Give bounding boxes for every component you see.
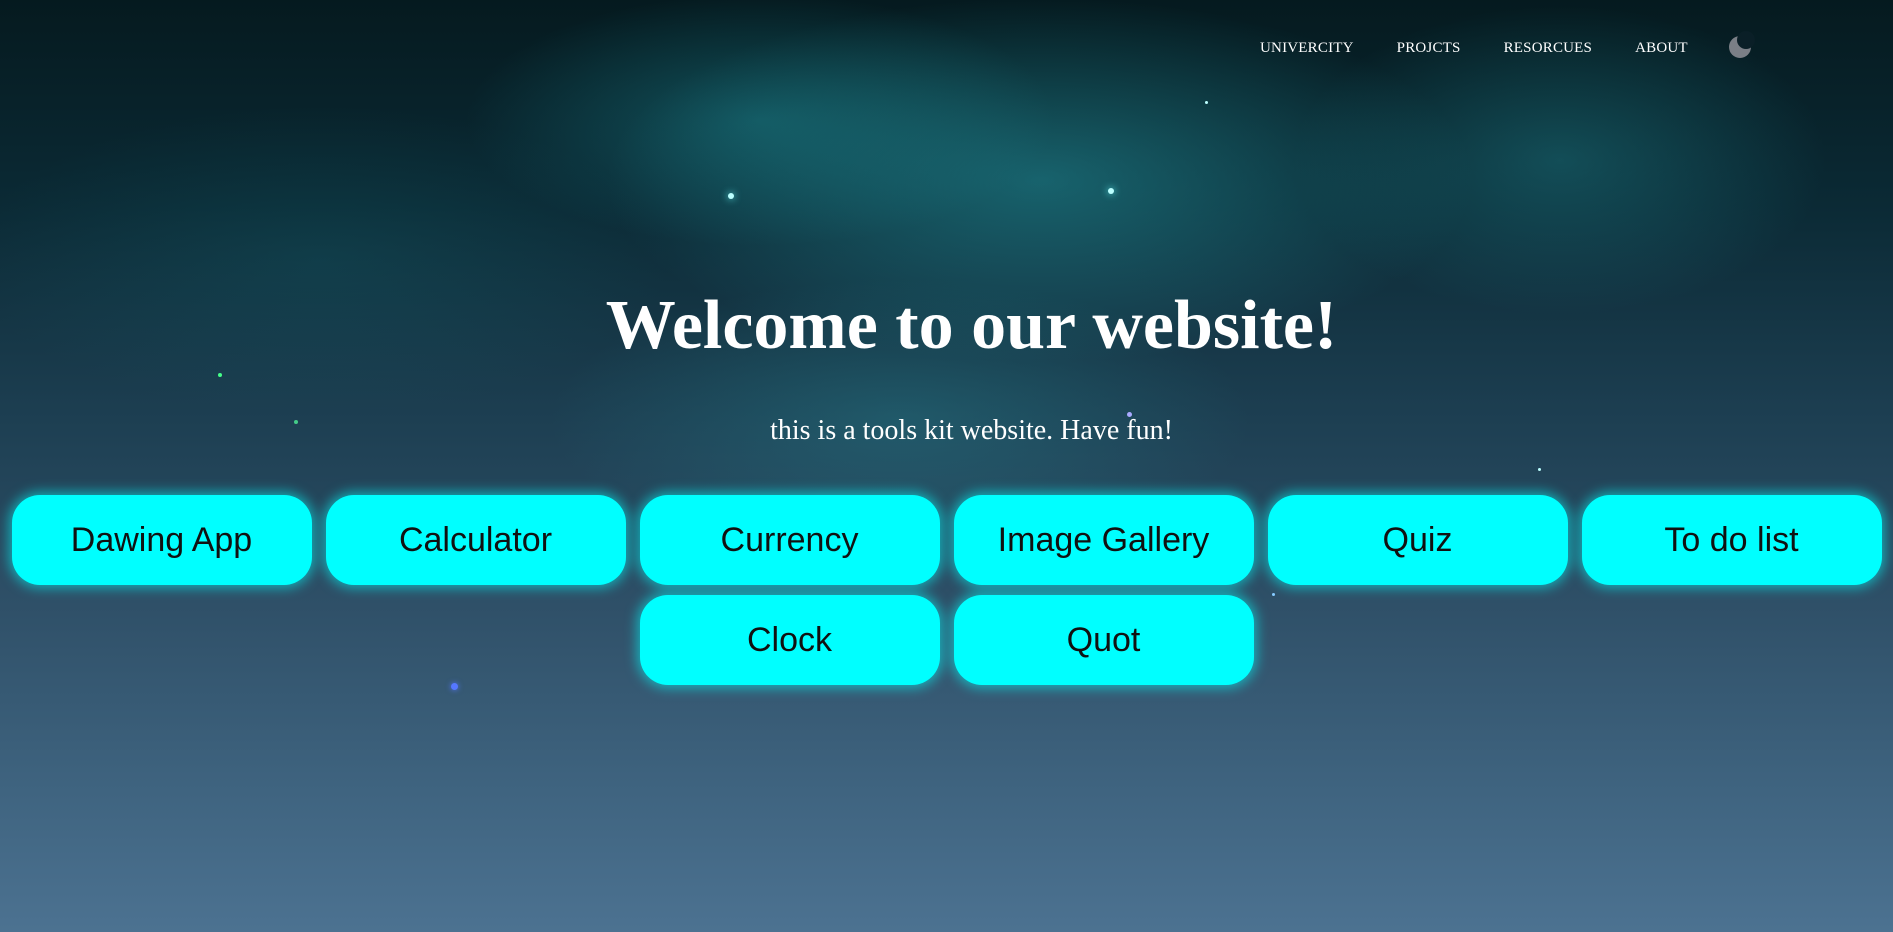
background-star: [218, 373, 222, 377]
background-star: [1538, 468, 1541, 471]
tools-grid: Dawing App Calculator Currency Image Gal…: [6, 495, 1887, 685]
page-subtitle: this is a tools kit website. Have fun!: [770, 415, 1173, 446]
moon-icon[interactable]: [1728, 31, 1755, 58]
tool-button-todo-list[interactable]: To do list: [1581, 495, 1882, 585]
tool-button-drawing-app[interactable]: Dawing App: [11, 495, 312, 585]
background-star: [1205, 101, 1208, 104]
tool-button-calculator[interactable]: Calculator: [325, 495, 626, 585]
tool-button-clock[interactable]: Clock: [639, 595, 940, 685]
background-star: [1108, 188, 1114, 194]
nav-link-projcts[interactable]: PROJCTS: [1397, 40, 1461, 57]
tool-button-quiz[interactable]: Quiz: [1267, 495, 1568, 585]
tool-button-currency[interactable]: Currency: [639, 495, 940, 585]
nav-link-about[interactable]: ABOUT: [1635, 40, 1688, 57]
nav-link-univercity[interactable]: UNIVERCITY: [1260, 40, 1354, 57]
tool-button-quot[interactable]: Quot: [953, 595, 1254, 685]
top-nav: UNIVERCITY PROJCTS RESORCUES ABOUT: [1260, 31, 1755, 58]
nav-link-resorcues[interactable]: RESORCUES: [1504, 40, 1593, 57]
page-title: Welcome to our website!: [605, 287, 1338, 364]
tool-button-image-gallery[interactable]: Image Gallery: [953, 495, 1254, 585]
background-star: [728, 193, 734, 199]
